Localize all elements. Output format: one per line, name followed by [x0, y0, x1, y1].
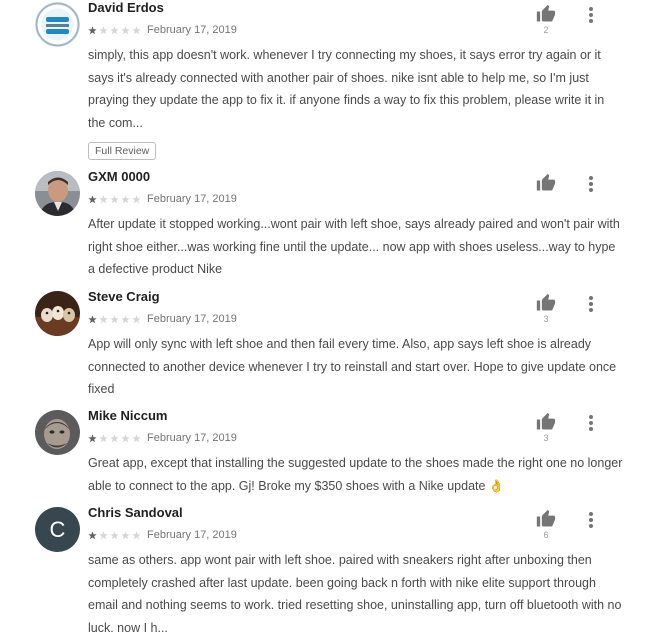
rating-row: February 17, 2019	[88, 193, 237, 205]
review-text: same as others. app wont pair with left …	[88, 553, 622, 635]
review-date: February 17, 2019	[147, 432, 237, 444]
helpful-count: 2	[543, 25, 549, 35]
rating-row: February 17, 2019	[88, 313, 237, 325]
star-icon	[132, 25, 141, 34]
avatar[interactable]	[35, 291, 80, 336]
more-vert-icon	[589, 415, 593, 431]
thumbs-up-icon	[536, 412, 556, 430]
star-icon	[88, 25, 97, 34]
review-author: Steve Craig	[88, 289, 160, 304]
star-rating	[88, 530, 141, 540]
star-rating	[88, 194, 141, 204]
star-icon	[110, 194, 119, 203]
more-options-button[interactable]	[584, 414, 598, 432]
star-icon	[110, 25, 119, 34]
star-icon	[99, 194, 108, 203]
star-rating	[88, 314, 141, 324]
avatar[interactable]: C	[35, 507, 80, 552]
star-icon	[132, 530, 141, 539]
helpful-button[interactable]: 3	[534, 293, 558, 327]
more-vert-icon	[589, 176, 593, 192]
star-icon	[110, 433, 119, 442]
avatar-letter: C	[49, 516, 66, 542]
thumbs-up-icon	[536, 293, 556, 311]
review-text: App will only sync with left shoe and th…	[88, 337, 617, 396]
star-icon	[132, 314, 141, 323]
rating-row: February 17, 2019	[88, 24, 237, 36]
star-icon	[99, 25, 108, 34]
review-text: simply, this app doesn't work. whenever …	[88, 48, 605, 130]
review-author: Chris Sandoval	[88, 505, 183, 520]
star-icon	[121, 314, 130, 323]
star-icon	[121, 433, 130, 442]
more-vert-icon	[589, 512, 593, 528]
avatar[interactable]	[35, 410, 80, 455]
rating-row: February 17, 2019	[88, 529, 237, 541]
star-icon	[88, 194, 97, 203]
star-icon	[121, 25, 130, 34]
more-options-button[interactable]	[584, 295, 598, 313]
review-date: February 17, 2019	[147, 193, 237, 205]
star-icon	[121, 530, 130, 539]
star-icon	[88, 530, 97, 539]
thumbs-up-icon	[536, 509, 556, 527]
helpful-button[interactable]: 3	[534, 412, 558, 446]
star-icon	[121, 194, 130, 203]
helpful-button[interactable]	[534, 173, 558, 207]
review-list: David Erdos February 17, 2019 2 simply, …	[0, 0, 660, 639]
review-text: After update it stopped working...wont p…	[88, 217, 620, 276]
star-icon	[99, 314, 108, 323]
star-icon	[88, 433, 97, 442]
more-vert-icon	[589, 7, 593, 23]
star-icon	[110, 530, 119, 539]
helpful-button[interactable]: 2	[534, 4, 558, 38]
star-icon	[99, 530, 108, 539]
more-vert-icon	[589, 296, 593, 312]
star-icon	[132, 194, 141, 203]
more-options-button[interactable]	[584, 511, 598, 529]
more-options-button[interactable]	[584, 175, 598, 193]
helpful-button[interactable]: 6	[534, 509, 558, 543]
star-icon	[132, 433, 141, 442]
star-rating	[88, 25, 141, 35]
helpful-count: 3	[543, 314, 549, 324]
review-text: Great app, except that installing the su…	[88, 456, 623, 493]
review-date: February 17, 2019	[147, 313, 237, 325]
review-author: GXM 0000	[88, 169, 151, 184]
helpful-count: 3	[543, 433, 549, 443]
star-icon	[88, 314, 97, 323]
avatar[interactable]	[35, 2, 80, 47]
helpful-count: 6	[543, 530, 549, 540]
review-author: Mike Niccum	[88, 408, 168, 423]
full-review-button[interactable]: Full Review	[88, 142, 157, 160]
rating-row: February 17, 2019	[88, 432, 237, 444]
more-options-button[interactable]	[584, 6, 598, 24]
star-icon	[99, 433, 108, 442]
thumbs-up-icon	[536, 4, 556, 22]
star-rating	[88, 433, 141, 443]
review-date: February 17, 2019	[147, 529, 237, 541]
avatar[interactable]	[35, 171, 80, 216]
star-icon	[110, 314, 119, 323]
review-author: David Erdos	[88, 0, 164, 15]
review-date: February 17, 2019	[147, 24, 237, 36]
thumbs-up-icon	[536, 173, 556, 191]
